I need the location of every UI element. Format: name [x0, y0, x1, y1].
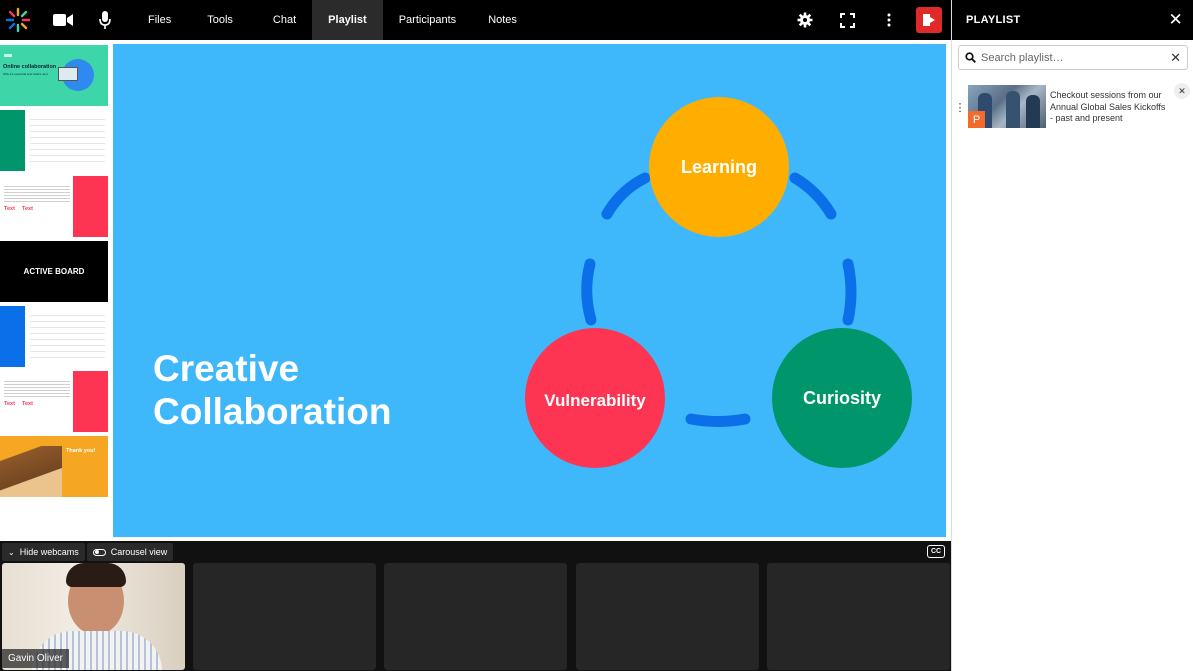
tab-notes[interactable]: Notes	[472, 0, 533, 40]
playlist-item-thumbnail: P	[968, 85, 1046, 128]
thumbnail-people-shape-3	[1026, 95, 1040, 128]
playlist-title: PLAYLIST	[966, 14, 1021, 26]
slide-thumbnail-7[interactable]: Thank you!	[0, 436, 108, 497]
exit-icon	[923, 14, 935, 26]
thumb-text-a: Text	[4, 206, 15, 212]
toolbar-right-group	[784, 0, 951, 40]
more-icon[interactable]	[868, 0, 910, 40]
chevron-down-icon: ⌄	[8, 547, 15, 557]
slide-thumbnail-6[interactable]: Text Text	[0, 371, 108, 432]
webcam-tile-empty	[384, 563, 567, 670]
presentation-stage: Learning Vulnerability Curiosity Creativ…	[113, 40, 951, 541]
current-slide[interactable]: Learning Vulnerability Curiosity Creativ…	[113, 44, 946, 537]
slide-title-line-1: Creative	[153, 348, 300, 389]
hide-webcams-label: Hide webcams	[19, 547, 79, 557]
slide-thumbnail-5[interactable]	[0, 306, 108, 367]
webcam-person-hair	[66, 563, 126, 587]
playlist-item-title: Checkout sessions from our Annual Global…	[1050, 90, 1166, 123]
thumb-subtitle: Why it's essential and what's next	[3, 72, 48, 76]
thumb-textblock	[4, 184, 70, 204]
tab-chat[interactable]: Chat	[257, 0, 312, 40]
slide-thumbnail-4[interactable]: ACTIVE BOARD	[0, 241, 108, 302]
slide-thumbnail-2[interactable]	[0, 110, 108, 171]
slide-title: Creative Collaboration	[153, 347, 391, 433]
thumb-text-b: Text	[22, 206, 33, 212]
webcam-strip: Gavin Oliver	[0, 563, 951, 671]
tab-participants[interactable]: Participants	[383, 0, 472, 40]
slide-diagram: Learning Vulnerability Curiosity	[525, 97, 912, 468]
carousel-view-label: Carousel view	[110, 547, 168, 557]
connector-right-vertical	[842, 258, 857, 326]
top-toolbar: Files Tools Chat Playlist Participants N…	[0, 0, 951, 40]
settings-icon[interactable]	[784, 0, 826, 40]
playlist-panel: PLAYLIST ✕ ✕ ⋮ P Checkout sessions from …	[951, 0, 1193, 671]
thumb-hands-image	[0, 446, 62, 497]
tab-playlist[interactable]: Playlist	[312, 0, 383, 40]
participant-name: Gavin Oliver	[2, 649, 70, 668]
thumb-lines	[30, 114, 105, 166]
tab-tools[interactable]: Tools	[191, 0, 249, 40]
close-panel-icon[interactable]: ✕	[1168, 10, 1183, 30]
playlist-search: ✕	[958, 45, 1188, 70]
thumb-textblock	[4, 379, 70, 399]
webcam-tile-empty	[767, 563, 950, 670]
thumb-lines	[30, 310, 105, 362]
microphone-icon[interactable]	[84, 0, 126, 40]
webcam-controls: ⌄ Hide webcams Carousel view CC	[0, 541, 951, 563]
playlist-header: PLAYLIST ✕	[952, 0, 1193, 40]
thumbnail-people-shape-2	[1006, 91, 1020, 128]
thumb-illustration-laptop	[58, 67, 78, 81]
connector-learning-curiosity	[789, 172, 837, 220]
thumb-text-a: Text	[4, 401, 15, 407]
slide-thumbnail-1[interactable]: Online collaboration Why it's essential …	[0, 45, 108, 106]
slide-thumbnail-list: Online collaboration Why it's essential …	[0, 40, 113, 541]
playlist-type-badge: P	[968, 111, 985, 128]
thumb-title: Online collaboration	[3, 64, 57, 70]
vulnerability-label: Vulnerability	[544, 391, 646, 410]
webcam-tile-empty	[193, 563, 376, 670]
thumb-title: Thank you!	[66, 448, 96, 454]
thumb-redblock	[73, 371, 108, 432]
slide-title-line-2: Collaboration	[153, 391, 392, 432]
video-camera-icon[interactable]	[42, 0, 84, 40]
app-window: Files Tools Chat Playlist Participants N…	[0, 0, 1193, 671]
playlist-search-input[interactable]	[981, 51, 1171, 64]
search-icon	[965, 52, 976, 63]
playlist-item[interactable]: ⋮ P Checkout sessions from our Annual Gl…	[952, 83, 1193, 130]
kaltura-spark-logo-icon[interactable]	[0, 0, 36, 40]
thumb-title: ACTIVE BOARD	[23, 267, 85, 276]
hide-webcams-button[interactable]: ⌄ Hide webcams	[2, 543, 85, 561]
carousel-view-button[interactable]: Carousel view	[86, 543, 174, 561]
thumb-redblock	[73, 176, 108, 237]
connector-left-vertical	[581, 258, 597, 326]
exit-button[interactable]	[916, 7, 942, 33]
learning-label: Learning	[681, 157, 757, 177]
tab-files[interactable]: Files	[132, 0, 187, 40]
closed-captions-button[interactable]: CC	[927, 545, 945, 558]
slide-thumbnail-3[interactable]: Text Text	[0, 176, 108, 237]
drag-handle-icon[interactable]: ⋮	[952, 85, 968, 130]
toggle-icon	[92, 548, 106, 556]
webcam-tile-empty	[576, 563, 759, 670]
curiosity-label: Curiosity	[803, 388, 881, 408]
thumb-text-b: Text	[22, 401, 33, 407]
fullscreen-icon[interactable]	[826, 0, 868, 40]
connector-learning-vulnerability	[601, 172, 651, 220]
thumb-logo	[4, 54, 12, 57]
remove-item-icon[interactable]: ✕	[1174, 83, 1190, 99]
thumb-sidebar	[0, 110, 25, 171]
webcam-tile[interactable]: Gavin Oliver	[2, 563, 185, 670]
connector-bottom	[685, 413, 751, 427]
clear-search-icon[interactable]: ✕	[1170, 50, 1181, 66]
thumb-sidebar	[0, 306, 25, 367]
